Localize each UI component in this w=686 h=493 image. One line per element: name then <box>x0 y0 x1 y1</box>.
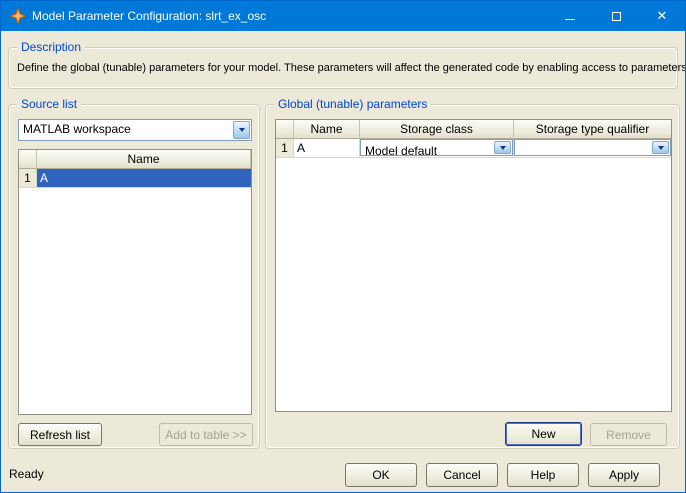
global-table-name-cell[interactable]: A <box>294 139 360 158</box>
global-table-row[interactable]: 1 A Model default <box>276 139 671 158</box>
remove-button: Remove <box>590 423 667 446</box>
matlab-app-icon <box>10 8 26 24</box>
source-table[interactable]: Name 1 A <box>18 149 252 415</box>
add-to-table-button: Add to table >> <box>159 423 253 446</box>
row-number-cell: 1 <box>19 169 37 188</box>
source-table-row[interactable]: 1 A <box>19 169 251 188</box>
global-table-storage-class-header: Storage class <box>360 120 514 139</box>
storage-type-qualifier-dropdown-arrow-button[interactable] <box>652 141 669 154</box>
description-text: Define the global (tunable) parameters f… <box>17 62 671 74</box>
status-text: Ready <box>9 467 44 481</box>
maximize-button[interactable] <box>593 1 639 31</box>
global-table-storage-type-qualifier-header: Storage type qualifier <box>514 120 671 139</box>
global-table-storage-type-qualifier-cell[interactable] <box>514 139 671 158</box>
footer-buttons: OK Cancel Help Apply <box>345 463 660 487</box>
close-icon: ✕ <box>657 8 668 24</box>
source-dropdown[interactable]: MATLAB workspace <box>18 119 252 141</box>
window-title: Model Parameter Configuration: slrt_ex_o… <box>32 9 547 23</box>
storage-type-qualifier-dropdown[interactable] <box>514 139 671 156</box>
global-parameters-group: Global (tunable) parameters Name Storage… <box>265 104 680 449</box>
ok-button[interactable]: OK <box>345 463 417 487</box>
maximize-icon <box>612 12 621 21</box>
minimize-icon <box>565 19 575 20</box>
source-dropdown-value: MATLAB workspace <box>19 120 232 140</box>
source-list-group-label: Source list <box>17 97 81 111</box>
storage-class-value: Model default <box>361 140 493 155</box>
help-button[interactable]: Help <box>507 463 579 487</box>
global-table-name-header: Name <box>294 120 360 139</box>
titlebar[interactable]: Model Parameter Configuration: slrt_ex_o… <box>1 1 685 31</box>
new-button[interactable]: New <box>505 422 582 446</box>
refresh-list-button[interactable]: Refresh list <box>18 423 102 446</box>
chevron-down-icon <box>239 128 245 132</box>
source-table-header: Name <box>19 150 251 169</box>
model-parameter-configuration-dialog: Model Parameter Configuration: slrt_ex_o… <box>0 0 686 493</box>
minimize-button[interactable] <box>547 1 593 31</box>
source-table-corner-cell <box>19 150 37 169</box>
description-group-label: Description <box>17 40 85 54</box>
cancel-button[interactable]: Cancel <box>426 463 498 487</box>
apply-button[interactable]: Apply <box>588 463 660 487</box>
global-table-corner-cell <box>276 120 294 139</box>
source-dropdown-arrow-button[interactable] <box>233 121 250 139</box>
global-table-storage-class-cell[interactable]: Model default <box>360 139 514 158</box>
chevron-down-icon <box>658 146 664 150</box>
global-table-header: Name Storage class Storage type qualifie… <box>276 120 671 139</box>
storage-type-qualifier-value <box>515 140 651 155</box>
row-number-cell: 1 <box>276 139 294 158</box>
source-list-group: Source list MATLAB workspace Name 1 A Re… <box>8 104 260 449</box>
global-parameters-table[interactable]: Name Storage class Storage type qualifie… <box>275 119 672 412</box>
storage-class-dropdown-arrow-button[interactable] <box>494 141 511 154</box>
source-table-name-header: Name <box>37 150 251 169</box>
description-group: Description Define the global (tunable) … <box>8 47 678 89</box>
close-button[interactable]: ✕ <box>639 1 685 31</box>
global-parameters-group-label: Global (tunable) parameters <box>274 97 431 111</box>
chevron-down-icon <box>500 146 506 150</box>
storage-class-dropdown[interactable]: Model default <box>360 139 513 156</box>
source-table-name-cell[interactable]: A <box>37 169 251 188</box>
